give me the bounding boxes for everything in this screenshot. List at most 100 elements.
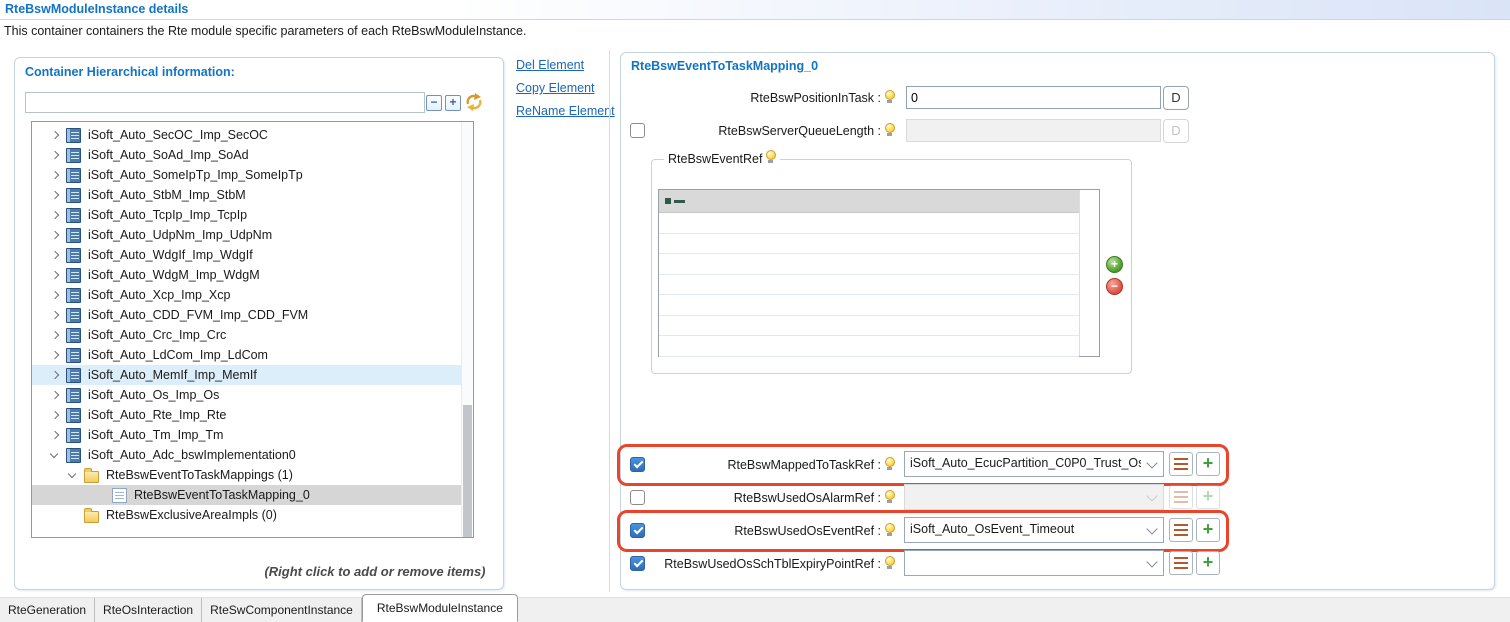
browse-list-button[interactable] [1169,485,1193,509]
reference-label: RteBswUsedOsSchTblExpiryPointRef : [641,557,881,571]
event-ref-table-header[interactable] [659,190,1079,213]
chevron-down-icon[interactable] [1146,523,1157,534]
tree-item[interactable]: iSoft_Auto_TcpIp_Imp_TcpIp [32,205,473,225]
lightbulb-icon [884,490,895,504]
tree-item[interactable]: iSoft_Auto_WdgM_Imp_WdgM [32,265,473,285]
tree-item[interactable]: RteBswExclusiveAreaImpls (0) [32,505,473,525]
add-reference-button[interactable] [1196,452,1220,476]
tree-item[interactable]: iSoft_Auto_Xcp_Imp_Xcp [32,285,473,305]
element-action-link[interactable]: Copy Element [516,81,615,95]
tree-expand-chevron-icon[interactable] [48,368,62,382]
tree-item[interactable]: iSoft_Auto_MemIf_Imp_MemIf [32,365,473,385]
tree-item[interactable]: iSoft_Auto_SoAd_Imp_SoAd [32,145,473,165]
event-ref-label: RteBswEventRef [668,152,762,166]
tree-node-icon [66,388,81,403]
chevron-down-icon[interactable] [1146,490,1157,501]
tree-expand-chevron-icon[interactable] [48,408,62,422]
tree-item[interactable]: RteBswEventToTaskMappings (1) [32,465,473,485]
browse-list-button[interactable] [1169,518,1193,542]
tree-item-label: RteBswExclusiveAreaImpls (0) [105,508,277,522]
container-hierarchy-panel: Container Hierarchical information: − + … [14,57,504,590]
event-ref-table-row[interactable] [659,213,1079,234]
tree-expand-chevron-icon[interactable] [48,148,62,162]
tree-item[interactable]: iSoft_Auto_UdpNm_Imp_UdpNm [32,225,473,245]
tree-expand-chevron-icon[interactable] [48,308,62,322]
tree-item-label: iSoft_Auto_LdCom_Imp_LdCom [87,348,268,362]
reference-dropdown[interactable] [904,550,1164,576]
tab-label: RteSwComponentInstance [210,603,353,617]
bottom-tab[interactable]: RteSwComponentInstance [202,598,362,622]
add-event-ref-button[interactable]: + [1106,256,1123,273]
bottom-tab[interactable]: RteOsInteraction [95,598,202,622]
remove-event-ref-button[interactable]: − [1106,278,1123,295]
tree-expand-chevron-icon[interactable] [48,348,62,362]
tree-scrollbar-thumb[interactable] [463,405,472,537]
tree-node-icon [66,308,81,323]
element-action-link[interactable]: Del Element [516,58,615,72]
tree-item[interactable]: iSoft_Auto_Rte_Imp_Rte [32,405,473,425]
event-ref-table-row[interactable] [659,295,1079,316]
tree-item-label: iSoft_Auto_Xcp_Imp_Xcp [87,288,230,302]
reference-dropdown[interactable]: iSoft_Auto_EcucPartition_C0P0_Trust_OsTa… [904,451,1164,477]
position-in-task-input[interactable] [906,86,1161,109]
tree-expand-chevron-icon[interactable] [48,248,62,262]
tree-expand-chevron-icon[interactable] [48,428,62,442]
tree-scrollbar-track[interactable] [461,122,473,537]
mapping-details-panel: RteBswEventToTaskMapping_0 RteBswPositio… [620,52,1495,590]
add-reference-button[interactable] [1196,551,1220,575]
tree-item-label: RteBswEventToTaskMapping_0 [133,488,310,502]
tree-search-input[interactable] [25,92,425,113]
position-in-task-row: RteBswPositionInTask : D [621,86,1221,110]
add-reference-button[interactable] [1196,518,1220,542]
application-window: RteBswModuleInstance details This contai… [0,0,1510,622]
tree-expand-chevron-icon[interactable] [48,188,62,202]
add-reference-button[interactable] [1196,485,1220,509]
tree-expand-chevron-icon[interactable] [48,128,62,142]
reference-dropdown[interactable]: iSoft_Auto_OsEvent_Timeout [904,517,1164,543]
tree-node-icon [66,448,81,463]
chevron-down-icon[interactable] [1146,556,1157,567]
event-ref-table-row[interactable] [659,275,1079,296]
tree-expand-chevron-icon[interactable] [66,508,80,522]
event-ref-table-row[interactable] [659,316,1079,337]
reference-dropdown[interactable] [904,484,1164,510]
server-queue-length-label: RteBswServerQueueLength : [641,124,881,138]
browse-list-button[interactable] [1169,452,1193,476]
element-action-link[interactable]: ReName Element [516,104,615,118]
tree-item[interactable]: iSoft_Auto_LdCom_Imp_LdCom [32,345,473,365]
refresh-icon[interactable] [464,92,484,112]
collapse-all-icon[interactable]: − [426,95,442,111]
tree-item[interactable]: iSoft_Auto_WdgIf_Imp_WdgIf [32,245,473,265]
tree-item-label: iSoft_Auto_Crc_Imp_Crc [87,328,226,342]
bottom-tab[interactable]: RteGeneration [0,598,95,622]
tree-item[interactable]: iSoft_Auto_CDD_FVM_Imp_CDD_FVM [32,305,473,325]
expand-all-icon[interactable]: + [445,95,461,111]
tree-expand-chevron-icon[interactable] [94,488,108,502]
tree-expand-chevron-icon[interactable] [48,168,62,182]
tree-item[interactable]: iSoft_Auto_SecOC_Imp_SecOC [32,125,473,145]
tree-item[interactable]: iSoft_Auto_StbM_Imp_StbM [32,185,473,205]
event-ref-table-row[interactable] [659,234,1079,255]
tree-expand-chevron-icon[interactable] [48,328,62,342]
event-ref-table-row[interactable] [659,336,1079,357]
tree-expand-chevron-icon[interactable] [48,268,62,282]
tree-expand-chevron-icon[interactable] [66,468,80,482]
tree-item[interactable]: iSoft_Auto_Tm_Imp_Tm [32,425,473,445]
default-value-button[interactable]: D [1163,86,1189,110]
tree-item[interactable]: iSoft_Auto_SomeIpTp_Imp_SomeIpTp [32,165,473,185]
tree-item[interactable]: RteBswEventToTaskMapping_0 [32,485,473,505]
tree-expand-chevron-icon[interactable] [48,208,62,222]
chevron-down-icon[interactable] [1146,457,1157,468]
tree-expand-chevron-icon[interactable] [48,388,62,402]
browse-list-button[interactable] [1169,551,1193,575]
reference-row: RteBswMappedToTaskRef : iSoft_Auto_EcucP… [621,451,1231,478]
tree-item[interactable]: iSoft_Auto_Crc_Imp_Crc [32,325,473,345]
bottom-tab[interactable]: RteBswModuleInstance [362,594,518,622]
tree-item[interactable]: iSoft_Auto_Os_Imp_Os [32,385,473,405]
dropdown-value: iSoft_Auto_OsEvent_Timeout [910,522,1141,536]
tree-expand-chevron-icon[interactable] [48,448,62,462]
event-ref-table-row[interactable] [659,254,1079,275]
tree-expand-chevron-icon[interactable] [48,228,62,242]
tree-item[interactable]: iSoft_Auto_Adc_bswImplementation0 [32,445,473,465]
tree-expand-chevron-icon[interactable] [48,288,62,302]
